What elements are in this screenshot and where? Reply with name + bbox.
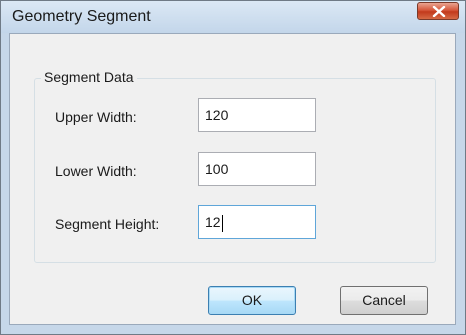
close-button[interactable] <box>417 2 459 20</box>
upper-width-value: 120 <box>205 107 229 123</box>
lower-width-value: 100 <box>205 161 229 177</box>
cancel-button[interactable]: Cancel <box>340 286 428 315</box>
segment-data-legend: Segment Data <box>41 68 137 86</box>
upper-width-input[interactable]: 120 <box>198 98 316 132</box>
lower-width-input[interactable]: 100 <box>198 152 316 186</box>
ok-button[interactable]: OK <box>208 286 296 315</box>
segment-height-input[interactable]: 12 <box>198 205 316 239</box>
title-bar[interactable]: Geometry Segment <box>1 1 465 33</box>
geometry-segment-dialog: Geometry Segment Segment Data Upper Widt… <box>0 0 466 335</box>
segment-height-label: Segment Height: <box>55 216 160 232</box>
upper-width-label: Upper Width: <box>55 109 137 125</box>
window-title: Geometry Segment <box>12 8 151 25</box>
close-icon <box>432 6 446 17</box>
text-caret <box>221 214 223 232</box>
lower-width-label: Lower Width: <box>55 163 137 179</box>
segment-height-value: 12 <box>205 214 221 230</box>
